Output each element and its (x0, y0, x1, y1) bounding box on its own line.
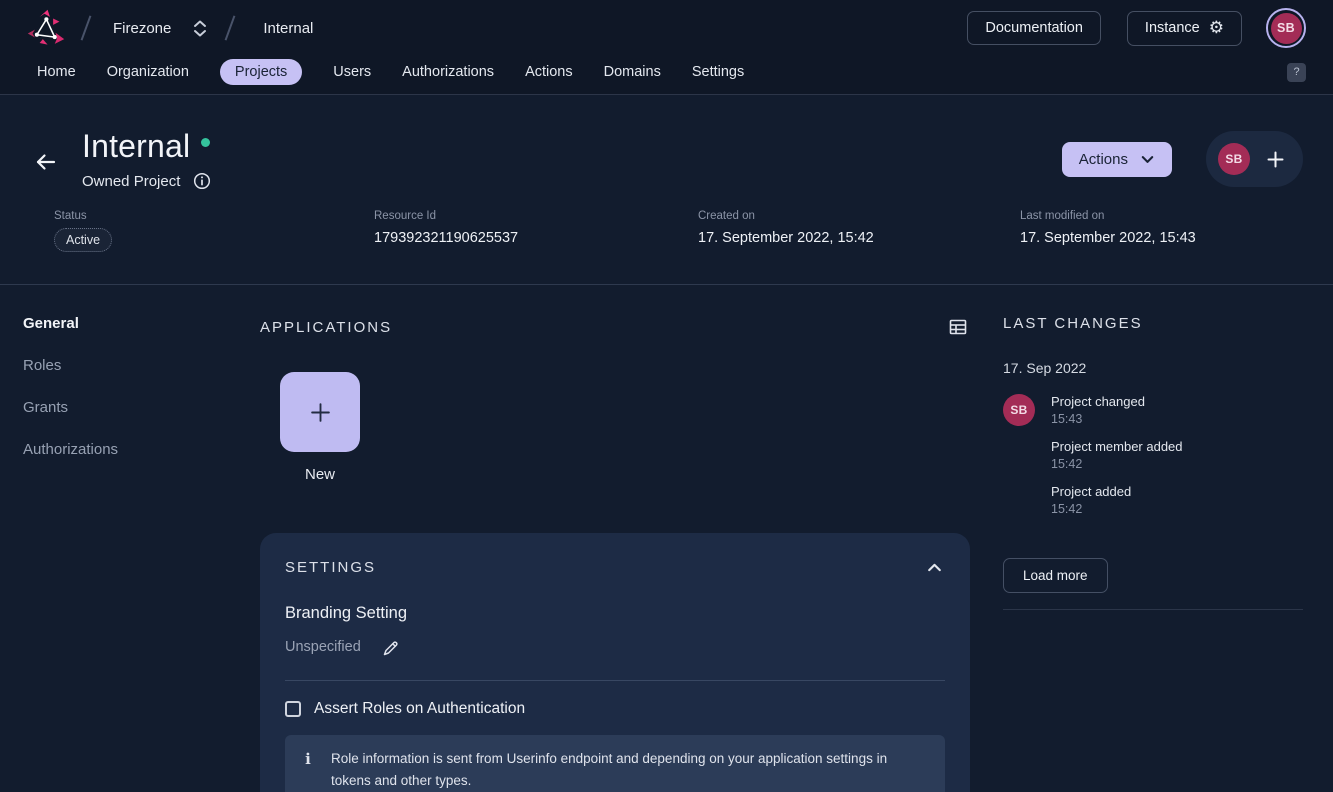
changes-date: 17. Sep 2022 (1003, 360, 1303, 376)
back-arrow-icon (33, 150, 58, 174)
nav-item-users[interactable]: Users (333, 64, 371, 80)
new-application-plus-area[interactable] (280, 372, 360, 452)
documentation-button[interactable]: Documentation (967, 11, 1101, 45)
active-status-dot (201, 138, 210, 147)
new-application-tile[interactable]: New (280, 372, 360, 483)
sidebar-item-general[interactable]: General (23, 315, 260, 332)
chevron-down-icon (1140, 152, 1155, 167)
actions-dropdown-button[interactable]: Actions (1062, 142, 1172, 177)
pencil-icon (381, 638, 399, 656)
load-more-button[interactable]: Load more (1003, 558, 1108, 593)
chevron-up-icon (926, 559, 943, 576)
status-label: Status (54, 210, 374, 222)
nav-item-domains[interactable]: Domains (604, 64, 661, 80)
branding-setting-label: Branding Setting (285, 604, 945, 623)
edit-branding-button[interactable] (379, 636, 401, 658)
gear-icon: ⚙ (1209, 20, 1224, 37)
plus-icon (309, 401, 332, 424)
nav-item-authorizations[interactable]: Authorizations (402, 64, 494, 80)
instance-label: Instance (1145, 20, 1200, 36)
documentation-label: Documentation (985, 20, 1083, 36)
nav-item-actions[interactable]: Actions (525, 64, 573, 80)
breadcrumb-org-selector[interactable]: Firezone (113, 20, 207, 37)
created-on-value: 17. September 2022, 15:42 (698, 230, 1020, 246)
main-column: APPLICATIONS New SETTINGS (260, 315, 970, 792)
project-meta-row: Status Active Resource Id 17939232119062… (27, 190, 1303, 252)
change-author-avatar: SB (1003, 394, 1035, 426)
back-button[interactable] (27, 144, 64, 180)
assert-roles-checkbox[interactable] (285, 701, 301, 717)
breadcrumb-project[interactable]: Internal (263, 20, 313, 37)
breadcrumb-slash (81, 15, 92, 40)
list-view-toggle-button[interactable] (946, 315, 970, 339)
sidebar-item-grants[interactable]: Grants (23, 399, 260, 416)
last-changes-title: LAST CHANGES (1003, 315, 1143, 332)
project-side-nav: General Roles Grants Authorizations (0, 315, 260, 792)
zitadel-logo-icon[interactable] (27, 7, 65, 49)
last-modified-label: Last modified on (1020, 210, 1196, 222)
resource-id-value: 179392321190625537 (374, 230, 698, 246)
avatar: SB (1271, 13, 1302, 44)
last-changes-divider (1003, 609, 1303, 610)
help-button[interactable]: ? (1287, 63, 1306, 82)
sidebar-item-roles[interactable]: Roles (23, 357, 260, 374)
page-title: Internal (82, 128, 190, 165)
status-badge: Active (54, 228, 112, 252)
change-event: Project changed 15:43 (1051, 394, 1183, 426)
top-header-bar: Firezone Internal Documentation Instance… (0, 0, 1333, 56)
resource-id-label: Resource Id (374, 210, 698, 222)
user-avatar-button[interactable]: SB (1266, 8, 1306, 48)
assert-roles-row[interactable]: Assert Roles on Authentication (285, 700, 945, 718)
change-event: Project member added 15:42 (1051, 439, 1183, 471)
change-event-time: 15:43 (1051, 412, 1183, 426)
main-nav: Home Organization Projects Users Authori… (0, 56, 1333, 95)
roles-info-text: Role information is sent from Userinfo e… (331, 748, 911, 791)
plus-icon (1266, 150, 1285, 169)
roles-info-box: ℹ Role information is sent from Userinfo… (285, 735, 945, 792)
created-on-label: Created on (698, 210, 1020, 222)
org-switcher-icon (193, 20, 207, 37)
table-icon (948, 317, 968, 337)
add-member-button[interactable] (1264, 148, 1287, 171)
change-event-label: Project changed (1051, 394, 1183, 409)
actions-label: Actions (1079, 151, 1128, 168)
applications-section-title: APPLICATIONS (260, 319, 392, 336)
change-event-time: 15:42 (1051, 502, 1183, 516)
change-event-label: Project member added (1051, 439, 1183, 454)
change-event-label: Project added (1051, 484, 1183, 499)
assert-roles-label[interactable]: Assert Roles on Authentication (314, 700, 525, 718)
info-icon: ℹ (285, 748, 331, 771)
page-subtitle: Owned Project (82, 173, 180, 190)
sidebar-item-authorizations[interactable]: Authorizations (23, 441, 260, 458)
member-avatar: SB (1218, 143, 1250, 175)
settings-card: SETTINGS Branding Setting Unspecified (260, 533, 970, 792)
settings-divider (285, 680, 945, 681)
nav-item-settings[interactable]: Settings (692, 64, 744, 80)
new-application-label: New (305, 466, 335, 483)
project-members-button[interactable]: SB (1206, 131, 1303, 187)
last-modified-value: 17. September 2022, 15:43 (1020, 230, 1196, 246)
info-icon[interactable] (193, 172, 211, 190)
nav-item-home[interactable]: Home (37, 64, 76, 80)
branding-setting-value: Unspecified (285, 639, 361, 655)
settings-section-title: SETTINGS (285, 559, 376, 576)
collapse-settings-button[interactable] (924, 557, 945, 578)
nav-item-projects[interactable]: Projects (220, 59, 302, 85)
breadcrumb-slash (225, 15, 236, 40)
breadcrumb-org-label: Firezone (113, 20, 171, 37)
change-event: Project added 15:42 (1051, 484, 1183, 516)
project-header: Internal Owned Project Actions SB (0, 95, 1333, 285)
change-event-time: 15:42 (1051, 457, 1183, 471)
last-changes-panel: LAST CHANGES 17. Sep 2022 SB Project cha… (1003, 315, 1303, 792)
nav-item-organization[interactable]: Organization (107, 64, 189, 80)
instance-button[interactable]: Instance ⚙ (1127, 11, 1242, 46)
